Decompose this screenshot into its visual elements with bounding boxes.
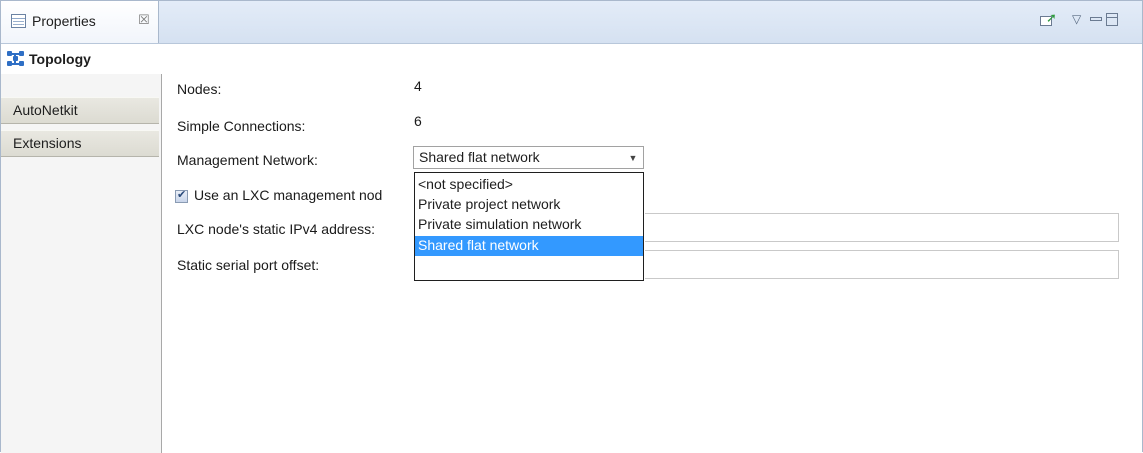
management-network-select[interactable]: Shared flat network ▼ <box>413 146 644 169</box>
view-title-bar: Properties ☒ ➚ ▽ <box>1 1 1142 44</box>
management-network-label: Management Network: <box>177 152 318 168</box>
ipv4-address-input[interactable] <box>645 213 1119 242</box>
view-menu-icon[interactable]: ▽ <box>1072 12 1081 26</box>
tab-extensions[interactable]: Extensions <box>1 130 159 157</box>
nodes-label: Nodes: <box>177 81 222 97</box>
pin-icon[interactable]: ➚ <box>1040 10 1057 26</box>
ipv4-address-label: LXC node's static IPv4 address: <box>177 221 375 237</box>
serial-offset-label: Static serial port offset: <box>177 257 320 273</box>
maximize-icon[interactable] <box>1106 13 1118 26</box>
chevron-down-icon[interactable]: ▼ <box>623 147 643 168</box>
tab-topology[interactable]: Topology <box>1 44 162 74</box>
option-private-project-network[interactable]: Private project network <box>415 195 643 215</box>
pin-arrow-icon: ➚ <box>1046 10 1057 25</box>
serial-offset-input[interactable] <box>645 250 1119 279</box>
lxc-management-checkbox[interactable] <box>175 188 188 203</box>
tab-extensions-label: Extensions <box>13 135 82 151</box>
properties-tab[interactable]: Properties ☒ <box>1 1 159 43</box>
tab-topology-label: Topology <box>29 51 91 67</box>
properties-icon <box>11 14 26 28</box>
nodes-value: 4 <box>414 78 422 94</box>
minimize-icon[interactable] <box>1090 17 1102 21</box>
connections-value: 6 <box>414 113 422 129</box>
tab-autonetkit-label: AutoNetkit <box>13 102 78 118</box>
section-tabs: Topology AutoNetkit Extensions <box>1 44 162 453</box>
lxc-management-label: Use an LXC management nod <box>194 187 383 203</box>
close-icon[interactable]: ☒ <box>138 12 150 28</box>
connections-label: Simple Connections: <box>177 118 306 134</box>
option-not-specified[interactable]: <not specified> <box>415 175 643 195</box>
management-network-dropdown: <not specified> Private project network … <box>414 172 644 281</box>
properties-tab-label: Properties <box>32 13 96 29</box>
tab-autonetkit[interactable]: AutoNetkit <box>1 97 159 124</box>
option-shared-flat-network[interactable]: Shared flat network <box>415 236 643 256</box>
management-network-value: Shared flat network <box>419 149 540 165</box>
option-private-simulation-network[interactable]: Private simulation network <box>415 215 643 235</box>
topology-icon <box>7 51 24 66</box>
